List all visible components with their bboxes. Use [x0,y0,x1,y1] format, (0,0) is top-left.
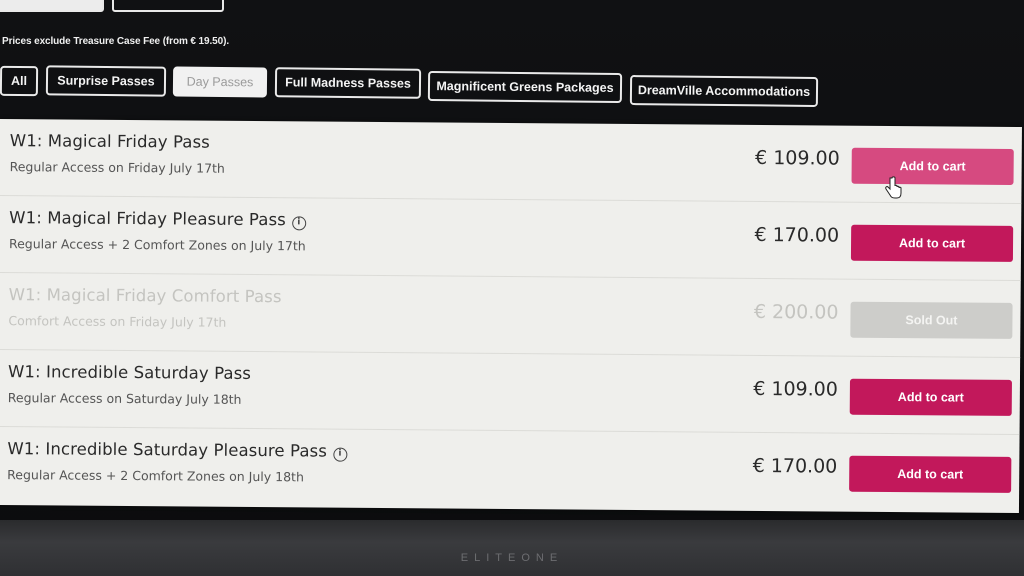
fee-note: Prices exclude Treasure Case Fee (from €… [2,36,229,47]
info-circle-icon[interactable]: i [291,216,306,231]
product-subtitle: Comfort Access on Friday July 17th [8,313,227,330]
add-to-cart-button[interactable]: Add to cart [850,224,1014,262]
product-price: € 109.00 [753,377,838,401]
product-row: W1: Incredible Saturday Pass Regular Acc… [0,349,1021,436]
product-price: € 170.00 [754,223,840,247]
product-title: W1: Magical Friday Pleasure Pass [9,208,286,230]
product-subtitle: Regular Access + 2 Comfort Zones on July… [8,236,306,254]
hand-pointer-icon [885,176,902,199]
product-price: € 170.00 [752,454,838,478]
product-row: W1: Magical Friday Comfort Pass Comfort … [0,272,1021,359]
product-title-wrap: W1: Magical Friday Pleasure Pass i [9,208,306,231]
sold-out-button: Sold Out [850,301,1013,339]
product-subtitle: Regular Access + 2 Comfort Zones on July… [7,467,304,485]
bezel-brand-logo: ELITEONE [460,552,564,564]
product-price: € 200.00 [753,300,839,324]
product-title: W1: Magical Friday Pass [9,131,211,152]
filter-tab-full-madness-passes[interactable]: Full Madness Passes [274,67,422,99]
product-list: W1: Magical Friday Pass Regular Access o… [0,119,1022,514]
product-price: € 109.00 [755,146,840,170]
top-button-right[interactable] [112,0,224,12]
product-subtitle: Regular Access on Friday July 17th [9,159,225,176]
filter-tab-dreamville-accommodations[interactable]: DreamVille Accommodations [629,75,819,107]
add-to-cart-button[interactable]: Add to cart [851,147,1014,185]
add-to-cart-button[interactable]: Add to cart [849,378,1012,416]
product-title: W1: Incredible Saturday Pass [7,362,252,383]
info-circle-icon[interactable]: i [332,447,348,462]
product-title: W1: Incredible Saturday Pleasure Pass [7,439,328,461]
product-row: W1: Magical Friday Pass Regular Access o… [0,119,1022,205]
top-button-left[interactable] [0,0,104,12]
filter-tab-surprise-passes[interactable]: Surprise Passes [45,65,167,97]
screen: Prices exclude Treasure Case Fee (from €… [0,0,1024,576]
filter-tab-day-passes[interactable]: Day Passes [172,66,268,98]
product-row: W1: Magical Friday Pleasure Pass i Regula… [0,195,1022,282]
add-to-cart-button[interactable]: Add to cart [849,455,1012,493]
product-title: W1: Magical Friday Comfort Pass [8,285,282,307]
product-row: W1: Incredible Saturday Pleasure Pass i R… [0,427,1020,512]
filter-tab-all[interactable]: All [0,65,39,97]
product-subtitle: Regular Access on Saturday July 18th [7,390,242,407]
laptop-bezel [0,520,1024,576]
filter-tab-magnificent-greens-packages[interactable]: Magnificent Greens Packages [427,70,623,104]
product-title-wrap: W1: Incredible Saturday Pleasure Pass i [7,439,348,462]
